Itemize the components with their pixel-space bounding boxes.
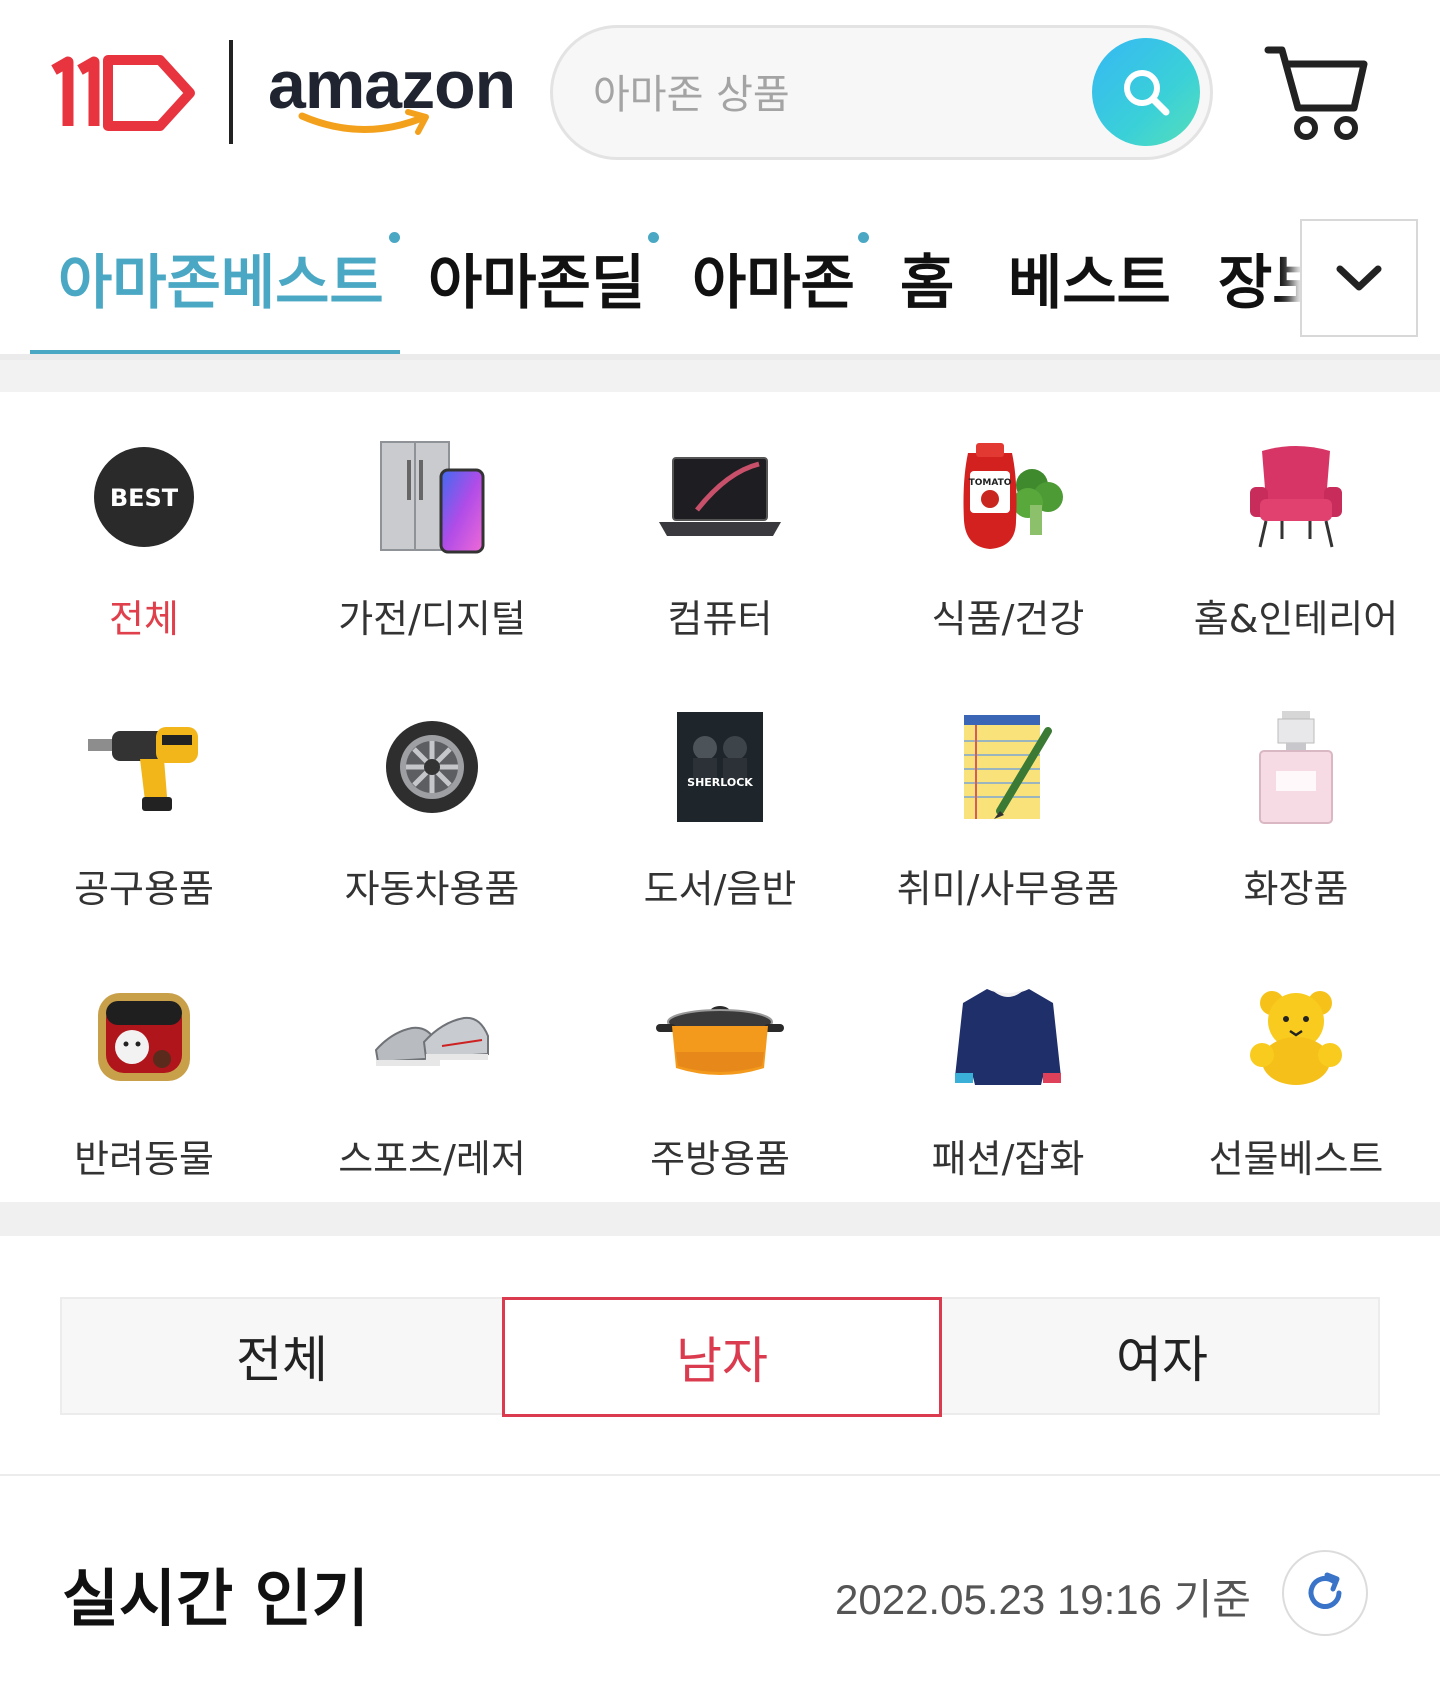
refresh-button[interactable] (1282, 1550, 1368, 1636)
tab-home[interactable]: 홈 (900, 235, 954, 320)
new-dot (648, 232, 660, 243)
nav-expand-button[interactable] (1300, 219, 1418, 337)
cart-icon (1264, 46, 1368, 140)
category-cosmetics[interactable]: 화장품 (1152, 662, 1440, 932)
tab-label: 아마존딜 (428, 248, 646, 317)
cart-button[interactable] (1262, 40, 1372, 145)
category-label: 반려동물 (74, 1137, 214, 1181)
armchair-icon (1221, 432, 1371, 562)
11st-logo[interactable] (50, 52, 200, 132)
category-grid: BEST 전체 가전/디지털 컴퓨터 TOMATO 식품/건강 홈&인테리어 공… (0, 392, 1440, 1202)
sneakers-icon (357, 972, 507, 1102)
active-tab-indicator (30, 350, 400, 354)
refresh-icon (1308, 1572, 1342, 1609)
category-electronics[interactable]: 가전/디지털 (288, 392, 576, 662)
svg-text:BEST: BEST (110, 484, 179, 512)
category-label: 컴퓨터 (667, 597, 773, 641)
tab-best[interactable]: 베스트 (1008, 235, 1171, 320)
category-food-health[interactable]: TOMATO 식품/건강 (864, 392, 1152, 662)
category-label: 자동차용품 (344, 867, 520, 911)
ketchup-broccoli-icon: TOMATO (933, 432, 1083, 562)
new-dot (857, 232, 869, 243)
category-label: 전체 (109, 597, 179, 641)
category-home-interior[interactable]: 홈&인테리어 (1152, 392, 1440, 662)
header: amazon (0, 0, 1440, 185)
filter-female-button[interactable]: 여자 (942, 1299, 1382, 1413)
gender-filter: 전체 남자 여자 (60, 1297, 1382, 1417)
category-label: 홈&인테리어 (1193, 597, 1399, 641)
tab-label: 아마존베스트 (58, 248, 384, 317)
category-label: 취미/사무용품 (896, 867, 1120, 911)
svg-text:SHERLOCK: SHERLOCK (687, 776, 753, 789)
amazon-logo[interactable]: amazon (268, 50, 528, 150)
tab-label: 베스트 (1008, 248, 1171, 317)
tab-amazon-best[interactable]: 아마존베스트 (58, 232, 400, 320)
section-gap (0, 360, 1440, 392)
tab-amazon-deal[interactable]: 아마존딜 (428, 232, 660, 320)
category-gift-best[interactable]: 선물베스트 (1152, 932, 1440, 1202)
search-button[interactable] (1092, 38, 1200, 146)
category-label: 가전/디지털 (338, 597, 526, 641)
notepad-pencil-icon (933, 702, 1083, 832)
category-label: 스포츠/레저 (338, 1137, 526, 1181)
section-gap (0, 1202, 1440, 1236)
filter-all-button[interactable]: 전체 (62, 1299, 502, 1413)
best-badge-icon: BEST (69, 432, 219, 562)
category-computer[interactable]: 컴퓨터 (576, 392, 864, 662)
category-label: 선물베스트 (1208, 1137, 1384, 1181)
category-sports-leisure[interactable]: 스포츠/레저 (288, 932, 576, 1202)
filter-male-button[interactable]: 남자 (502, 1297, 942, 1417)
perfume-icon (1221, 702, 1371, 832)
chevron-down-icon (1336, 265, 1382, 291)
tab-amazon-home[interactable]: 아마존 (692, 232, 869, 320)
amazon-smile-icon (298, 109, 429, 135)
dvd-cover-icon: SHERLOCK (645, 702, 795, 832)
pet-food-icon (69, 972, 219, 1102)
divider (0, 1474, 1440, 1476)
category-label: 패션/잡화 (931, 1137, 1085, 1181)
search-input[interactable] (593, 60, 1073, 130)
laptop-icon (645, 432, 795, 562)
pot-icon (645, 972, 795, 1102)
logo-divider (229, 40, 233, 144)
section-title: 실시간 인기 (62, 1562, 369, 1635)
category-all[interactable]: BEST 전체 (0, 392, 288, 662)
category-nav: 아마존베스트 아마존딜 아마존 홈 베스트 장보기 (0, 205, 1440, 360)
impact-wrench-icon (69, 702, 219, 832)
category-books-music[interactable]: SHERLOCK 도서/음반 (576, 662, 864, 932)
category-hobby-office[interactable]: 취미/사무용품 (864, 662, 1152, 932)
tab-label: 홈 (900, 248, 955, 317)
category-pets[interactable]: 반려동물 (0, 932, 288, 1202)
category-label: 공구용품 (74, 867, 214, 911)
sweatshirt-icon (933, 972, 1083, 1102)
tab-label: 아마존 (692, 248, 855, 317)
teddy-bear-icon (1221, 972, 1371, 1102)
category-fashion[interactable]: 패션/잡화 (864, 932, 1152, 1202)
filter-label: 전체 (236, 1331, 328, 1389)
category-tools[interactable]: 공구용품 (0, 662, 288, 932)
filter-label: 여자 (1116, 1331, 1208, 1389)
updated-timestamp: 2022.05.23 19:16 기준 (835, 1576, 1251, 1623)
new-dot (388, 232, 400, 243)
svg-text:TOMATO: TOMATO (969, 478, 1012, 488)
tire-icon (357, 702, 507, 832)
category-automotive[interactable]: 자동차용품 (288, 662, 576, 932)
search-icon (1124, 70, 1170, 116)
search-bar (550, 25, 1213, 160)
category-label: 화장품 (1243, 867, 1349, 911)
category-kitchen[interactable]: 주방용품 (576, 932, 864, 1202)
filter-label: 남자 (676, 1332, 768, 1390)
category-label: 주방용품 (650, 1137, 790, 1181)
category-label: 도서/음반 (643, 867, 797, 911)
fridge-phone-icon (357, 432, 507, 562)
category-label: 식품/건강 (931, 597, 1085, 641)
